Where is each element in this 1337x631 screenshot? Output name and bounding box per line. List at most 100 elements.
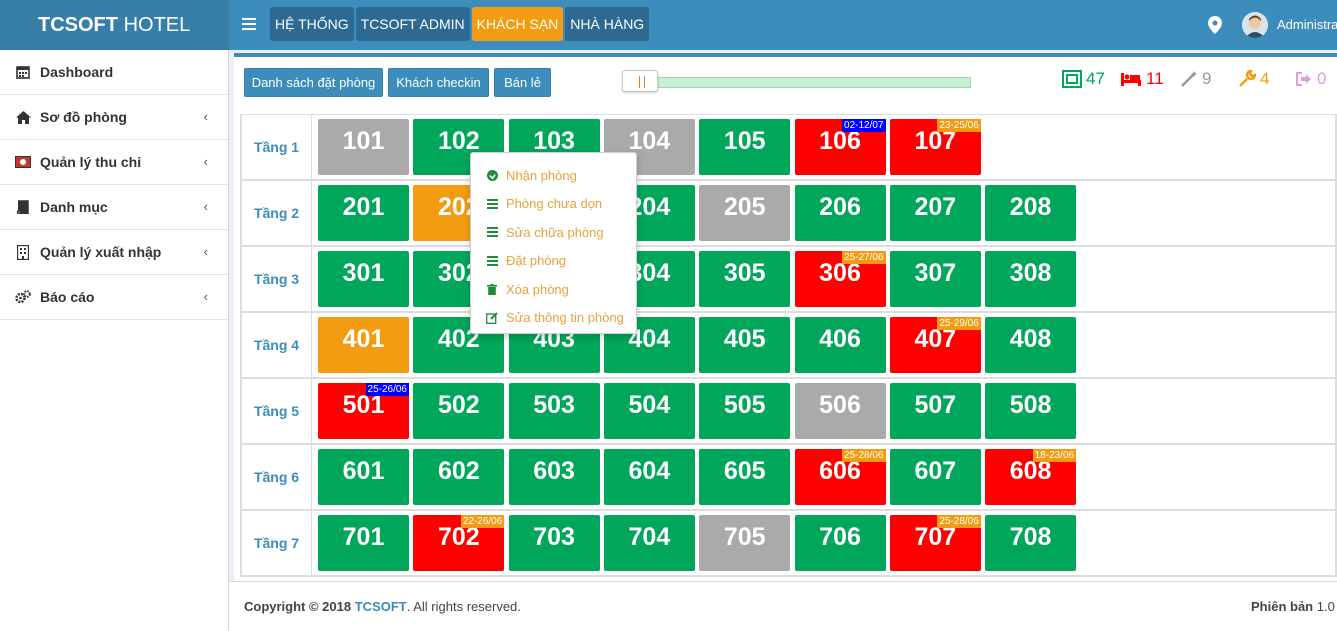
sidebar-item-label: Dashboard: [40, 64, 114, 80]
sidebar-item-so-do-phong[interactable]: Sơ đồ phòng ‹: [0, 95, 228, 140]
ctx-item-4[interactable]: Đặt phòng: [471, 247, 636, 276]
room-602[interactable]: 602: [413, 449, 505, 505]
room-608[interactable]: 608 18-23/06: [985, 449, 1077, 505]
brand-logo[interactable]: TCSOFT HOTEL: [0, 0, 229, 50]
sidebar-item-danh-muc[interactable]: Danh mục ‹: [0, 185, 228, 230]
brand-rest: HOTEL: [123, 14, 191, 36]
sidebar-item-quan-ly-thu-chi[interactable]: Quản lý thu chi ‹: [0, 140, 228, 185]
room-101[interactable]: 101: [318, 119, 409, 175]
sidebar-item-label: Quản lý xuất nhập: [40, 244, 162, 260]
checkin-guests-button[interactable]: Khách checkin: [388, 68, 489, 97]
zoom-slider-handle[interactable]: [622, 70, 658, 92]
room-number: 504: [628, 391, 671, 419]
room-306[interactable]: 306 25-27/06: [794, 251, 886, 307]
room-604[interactable]: 604: [603, 449, 695, 505]
top-nav-menu: HỆ THỐNG TCSOFT ADMIN KHÁCH SẠN NHÀ HÀNG: [270, 7, 650, 41]
edit-icon: [486, 312, 498, 324]
room-607[interactable]: 607: [889, 449, 981, 505]
user-name[interactable]: Administra: [1277, 17, 1337, 32]
room-705[interactable]: 705: [699, 515, 791, 571]
ctx-item-3[interactable]: Sửa chữa phòng: [471, 218, 636, 247]
room-106[interactable]: 106 02-12/07: [794, 119, 886, 175]
room-number: 706: [819, 523, 861, 551]
room-704[interactable]: 704: [603, 515, 695, 571]
sidebar-item-label: Quản lý thu chi: [40, 154, 142, 170]
room-305[interactable]: 305: [699, 251, 791, 307]
room-606[interactable]: 606 25-28/06: [794, 449, 886, 505]
room-503[interactable]: 503: [508, 383, 600, 439]
footer: Copyright © 2018 TCSOFT. All rights rese…: [229, 581, 1337, 631]
version-text: Phiên bản 1.0: [1251, 599, 1335, 614]
nav-tcsoft-admin[interactable]: TCSOFT ADMIN: [355, 7, 470, 41]
ctx-item-6[interactable]: Sửa thông tin phòng: [471, 304, 636, 333]
room-206[interactable]: 206: [794, 185, 886, 241]
zoom-slider-track[interactable]: [626, 77, 971, 88]
retail-button[interactable]: Bán lẻ: [494, 68, 551, 97]
floor-label: Tầng 5: [242, 379, 312, 443]
room-number: 301: [342, 259, 385, 287]
room-406[interactable]: 406: [794, 317, 886, 373]
cogs-icon: [15, 289, 31, 305]
room-408[interactable]: 408: [985, 317, 1077, 373]
room-501[interactable]: 501 25-26/06: [318, 383, 409, 439]
user-avatar[interactable]: [1242, 12, 1268, 38]
room-601[interactable]: 601: [318, 449, 409, 505]
room-502[interactable]: 502: [413, 383, 505, 439]
room-605[interactable]: 605: [699, 449, 791, 505]
calendar-icon: [15, 64, 31, 80]
room-504[interactable]: 504: [603, 383, 695, 439]
room-307[interactable]: 307: [889, 251, 981, 307]
nav-nha-hang[interactable]: NHÀ HÀNG: [565, 7, 650, 41]
room-507[interactable]: 507: [889, 383, 981, 439]
money-icon: [15, 154, 31, 170]
room-707[interactable]: 707 25-28/06: [889, 515, 981, 571]
sidebar-toggle-icon[interactable]: [238, 13, 260, 35]
version-number: 1.0: [1316, 599, 1335, 614]
room-105[interactable]: 105: [699, 119, 791, 175]
stat-available: 47: [1062, 69, 1105, 89]
room-505[interactable]: 505: [699, 383, 791, 439]
booking-list-button[interactable]: Danh sách đặt phòng: [244, 68, 383, 97]
ctx-item-2[interactable]: Phòng chưa dọn: [471, 190, 636, 219]
stat-occupied-count: 11: [1146, 69, 1164, 88]
room-603[interactable]: 603: [508, 449, 600, 505]
floor-label: Tầng 7: [242, 511, 312, 575]
room-number: 406: [819, 325, 861, 353]
room-205[interactable]: 205: [699, 185, 791, 241]
booking-date-badge: 18-23/06: [1032, 449, 1077, 462]
room-508[interactable]: 508: [985, 383, 1077, 439]
room-407[interactable]: 407 25-29/06: [889, 317, 981, 373]
app-root: TCSOFT HOTEL HỆ THỐNG TCSOFT ADMIN KHÁCH…: [0, 0, 1337, 631]
ctx-item-1[interactable]: Nhận phòng: [471, 161, 636, 190]
room-701[interactable]: 701: [318, 515, 409, 571]
room-207[interactable]: 207: [889, 185, 981, 241]
room-number: 101: [342, 127, 385, 155]
room-number: 708: [1009, 523, 1052, 551]
room-201[interactable]: 201: [318, 185, 409, 241]
room-405[interactable]: 405: [699, 317, 791, 373]
room-301[interactable]: 301: [318, 251, 409, 307]
room-708[interactable]: 708: [985, 515, 1077, 571]
room-703[interactable]: 703: [508, 515, 600, 571]
sidebar-item-quan-ly-xuat-nhap[interactable]: Quản lý xuất nhập ‹: [0, 230, 228, 275]
room-308[interactable]: 308: [985, 251, 1077, 307]
magic-wand-icon: [1181, 71, 1197, 87]
sidebar-item-dashboard[interactable]: Dashboard: [0, 50, 228, 95]
room-208[interactable]: 208: [985, 185, 1077, 241]
room-506[interactable]: 506: [794, 383, 886, 439]
sidebar-item-bao-cao[interactable]: Báo cáo ‹: [0, 275, 228, 320]
room-number: 603: [533, 457, 575, 485]
company-link[interactable]: TCSOFT: [355, 599, 407, 614]
nav-khach-san[interactable]: KHÁCH SẠN: [471, 7, 564, 41]
ctx-item-label: Sửa thông tin phòng: [506, 310, 624, 326]
bed-icon: [1121, 73, 1141, 86]
room-401[interactable]: 401: [318, 317, 409, 373]
room-107[interactable]: 107 23-25/06: [889, 119, 981, 175]
booking-date-badge: 23-25/06: [937, 119, 981, 132]
nav-he-thong[interactable]: HỆ THỐNG: [270, 7, 354, 41]
room-702[interactable]: 702 22-26/06: [413, 515, 505, 571]
copyright-text: Copyright © 2018 TCSOFT. All rights rese…: [244, 599, 521, 614]
room-706[interactable]: 706: [794, 515, 886, 571]
ctx-item-5[interactable]: Xóa phòng: [471, 275, 636, 304]
map-marker-icon[interactable]: [1208, 16, 1224, 36]
